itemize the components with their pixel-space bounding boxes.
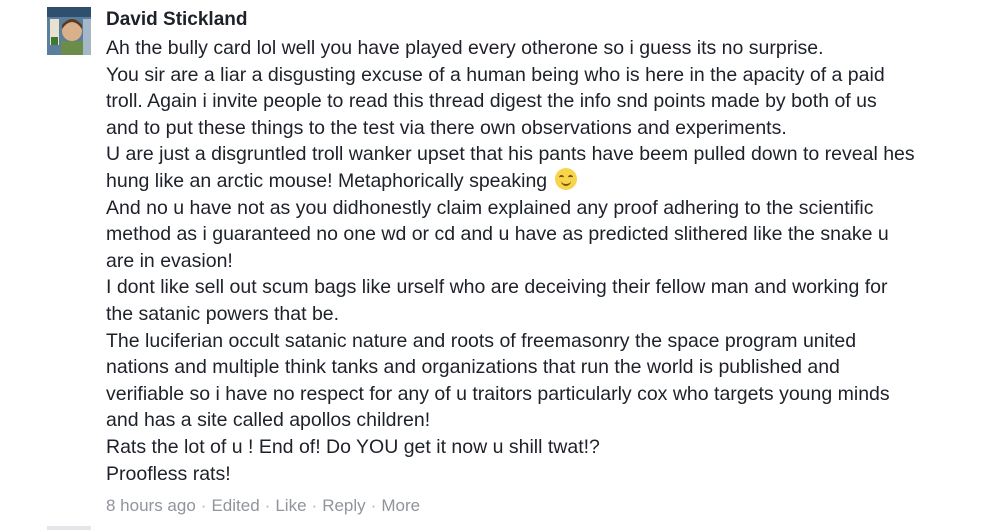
comment-actions: 8 hours ago · Edited · Like · Reply · More — [106, 496, 420, 516]
comment-line: Rats the lot of u ! End of! Do YOU get i… — [106, 435, 600, 458]
separator: · — [200, 496, 207, 515]
comment-line: Proofless rats! — [106, 462, 231, 485]
comment-line: the satanic powers that be. — [106, 302, 340, 325]
comment-line: are in evasion! — [106, 249, 233, 272]
comment-line: nations and multiple think tanks and org… — [106, 356, 840, 379]
comment-line-text: hung like an arctic mouse! Metaphoricall… — [106, 169, 548, 192]
comment: David Stickland Ah the bully card lol we… — [0, 0, 1000, 530]
comment-line: Ah the bully card lol well you have play… — [106, 37, 824, 59]
comment-line: U are just a disgruntled troll wanker up… — [106, 143, 915, 166]
next-comment-avatar-edge — [47, 526, 91, 530]
comment-line: and to put these things to the test via … — [106, 116, 787, 139]
separator: · — [311, 496, 318, 515]
comment-line: method as i guaranteed no one wd or cd a… — [106, 223, 889, 246]
comment-line: You sir are a liar a disgusting excuse o… — [106, 63, 885, 86]
reply-button[interactable]: Reply — [322, 496, 365, 515]
comment-body: Ah the bully card lol well you have play… — [106, 35, 986, 487]
comment-line: verifiable so i have no respect for any … — [106, 382, 890, 405]
avatar[interactable] — [47, 7, 91, 55]
smiling-face-emoji-icon — [554, 167, 577, 190]
comment-author[interactable]: David Stickland — [106, 9, 248, 31]
timestamp-link[interactable]: 8 hours ago — [106, 496, 196, 515]
like-button[interactable]: Like — [275, 496, 306, 515]
comment-line: The luciferian occult satanic nature and… — [106, 329, 857, 352]
edited-link[interactable]: Edited — [211, 496, 259, 515]
comment-line: troll. Again i invite people to read thi… — [106, 90, 877, 113]
comment-line: And no u have not as you didhonestly cla… — [106, 196, 874, 219]
comment-line: I dont like sell out scum bags like urse… — [106, 276, 888, 299]
comment-line-with-emoji: hung like an arctic mouse! Metaphoricall… — [106, 167, 986, 195]
more-button[interactable]: More — [381, 496, 420, 515]
comment-line: and has a site called apollos children! — [106, 409, 431, 432]
separator: · — [370, 496, 377, 515]
profile-photo-icon — [47, 7, 91, 55]
separator: · — [264, 496, 271, 515]
